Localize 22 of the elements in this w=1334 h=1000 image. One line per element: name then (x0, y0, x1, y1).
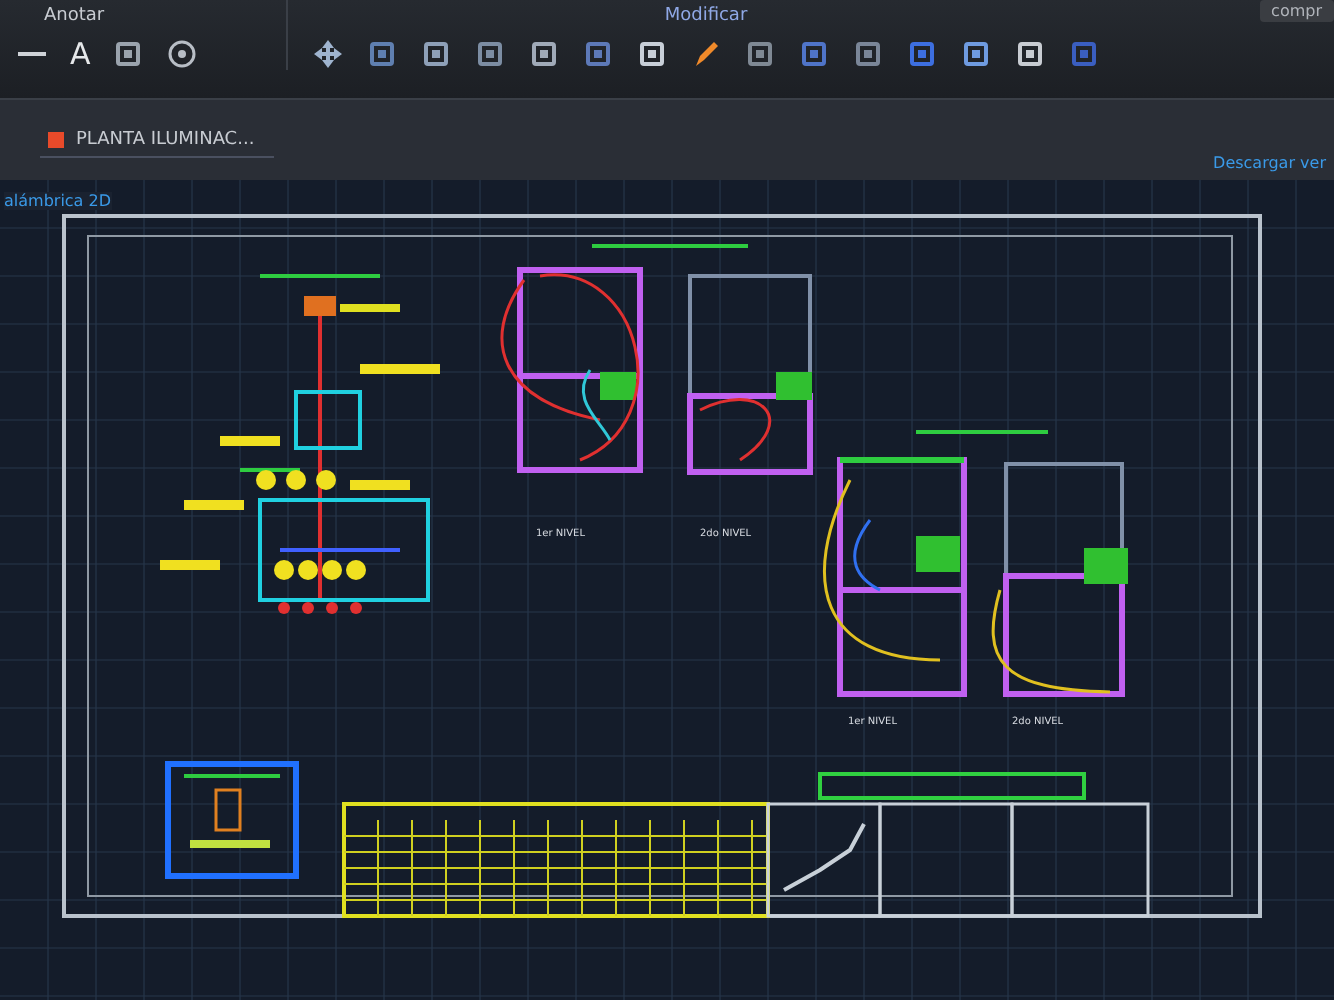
toolbar-icon[interactable] (744, 38, 776, 70)
toolbar-icon[interactable] (960, 38, 992, 70)
pencil-icon[interactable] (690, 38, 722, 70)
toolbar-icon[interactable] (1014, 38, 1046, 70)
toolbar-icon[interactable] (636, 38, 668, 70)
toolbar-icon[interactable] (852, 38, 884, 70)
file-tab-label: PLANTA ILUMINAC... (76, 129, 255, 149)
file-color-icon (48, 131, 64, 147)
toolbar-icon[interactable] (474, 38, 506, 70)
panel-title: Modificar (664, 6, 748, 26)
settings-icon[interactable] (166, 38, 199, 70)
toolbar-icon[interactable] (528, 38, 560, 70)
corner-label: compr (1259, 0, 1334, 22)
download-link[interactable]: Descargar ver (1213, 154, 1326, 172)
toolbar-icon[interactable] (420, 38, 452, 70)
toolbar-icon[interactable] (112, 38, 145, 70)
visual-style-control[interactable]: alámbrica 2D (4, 192, 112, 210)
panel-title: Anotar (42, 6, 107, 26)
file-tab[interactable]: PLANTA ILUMINAC... (40, 123, 275, 157)
detail-diagram-drawing (165, 761, 299, 879)
text-tool-button[interactable]: A (70, 38, 91, 70)
move-icon[interactable] (312, 38, 344, 70)
